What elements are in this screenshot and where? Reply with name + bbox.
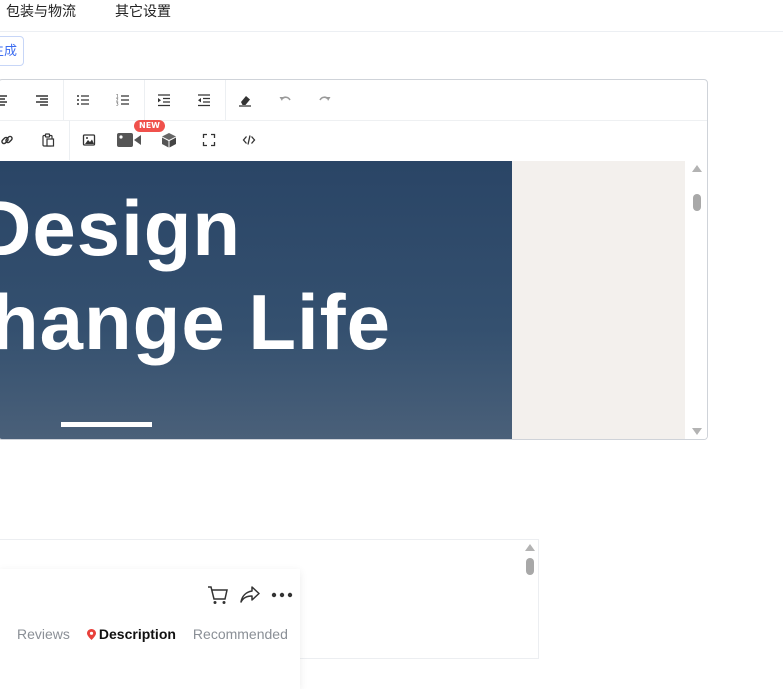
scroll-up-arrow[interactable] [692,165,702,172]
image-icon[interactable] [79,130,99,150]
redo-icon[interactable] [315,90,335,110]
toolbar-row-1: 123 [0,80,707,121]
preview-action-icons [207,584,293,606]
undo-icon[interactable] [275,90,295,110]
preview-scrollbar[interactable] [522,540,538,650]
banner-headline-line1: Design [0,184,242,272]
toolbar-divider [225,80,226,120]
preview-tab-recommended[interactable]: Recommended [193,626,288,642]
tab-packaging-logistics[interactable]: 包装与物流 [6,1,76,21]
link-icon[interactable] [0,130,17,150]
indent-icon[interactable] [154,90,174,110]
editor-scrollbar[interactable] [687,161,707,439]
eraser-icon[interactable] [235,90,255,110]
fullscreen-icon[interactable] [199,130,219,150]
editor-content-area[interactable]: Design hange Life [0,161,685,439]
scroll-thumb[interactable] [693,194,701,211]
more-icon[interactable] [271,584,293,606]
banner-underline [61,422,152,427]
tab-other-settings[interactable]: 其它设置 [115,1,171,21]
toolbar-divider [144,80,145,120]
align-right-icon[interactable] [32,90,52,110]
svg-text:3: 3 [116,102,119,107]
video-icon[interactable] [117,130,141,150]
scroll-down-arrow[interactable] [692,428,702,435]
paste-icon[interactable] [38,130,58,150]
toolbar-divider [69,120,70,160]
banner-headline-line2: hange Life [0,278,392,366]
preview-tab-description-label: Description [98,626,176,642]
cart-icon[interactable] [207,584,229,606]
generate-button[interactable]: 生成 [0,36,24,66]
preview-scroll-up-arrow[interactable] [525,544,535,551]
cube-icon[interactable] [159,130,179,150]
preview-tab-reviews[interactable]: Reviews [17,626,70,642]
numbered-list-icon[interactable]: 123 [113,90,133,110]
mobile-preview-panel: Reviews Description Recommended [0,539,539,689]
banner-image: Design hange Life [0,161,512,439]
outdent-icon[interactable] [194,90,214,110]
toolbar-divider [63,80,64,120]
preview-product-header: Reviews Description Recommended [0,569,300,689]
bullet-list-icon[interactable] [73,90,93,110]
location-pin-icon [86,629,96,640]
settings-tabs: 包装与物流 其它设置 [0,0,783,32]
toolbar-row-2: NEW [0,120,707,160]
preview-scroll-thumb[interactable] [526,558,534,575]
code-icon[interactable] [239,130,259,150]
rich-text-editor: 123 NEW Design hange Life [0,79,708,440]
align-center-icon[interactable] [0,90,11,110]
share-icon[interactable] [239,584,261,606]
preview-tabs: Reviews Description Recommended [17,626,305,642]
preview-tab-description[interactable]: Description [86,626,176,642]
